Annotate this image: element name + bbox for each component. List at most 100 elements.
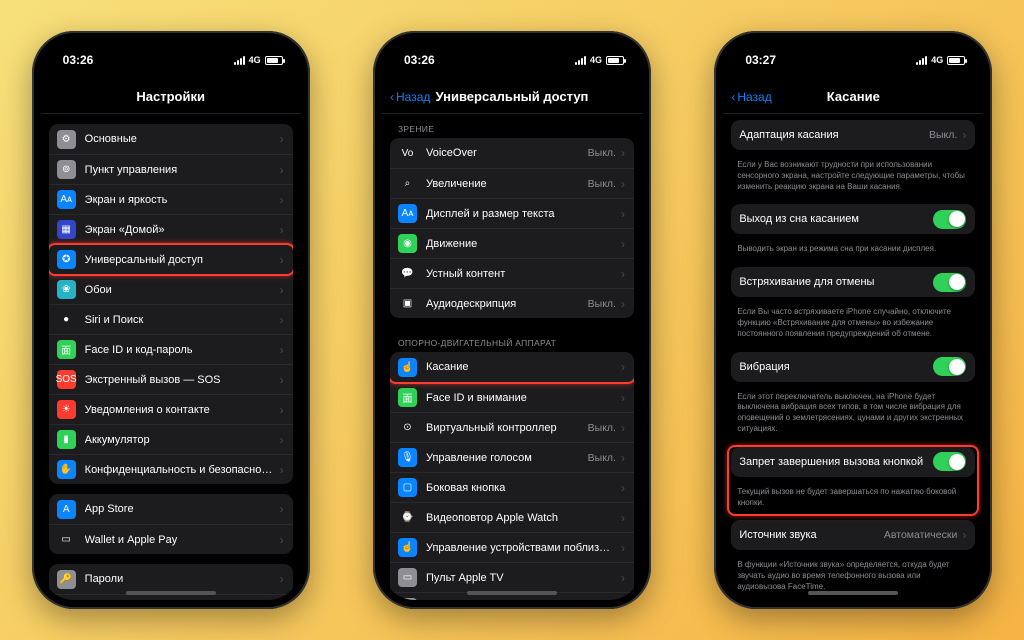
content[interactable]: ЗРЕНИЕ VoVoiceOverВыкл.› ⌕УвеличениеВыкл…: [382, 114, 642, 600]
settings-row[interactable]: ▣АудиодескрипцияВыкл.›: [390, 288, 634, 318]
status-time: 03:26: [63, 53, 94, 67]
row-label: VoiceOver: [426, 147, 584, 159]
screen: 03:26 4G ‹ Назад Универсальный доступ ЗР…: [382, 40, 642, 600]
settings-row[interactable]: ✪Универсальный доступ›: [49, 244, 293, 274]
row-label: Аудиодескрипция: [426, 298, 584, 310]
row-icon: ▭: [398, 568, 417, 587]
row-label: Боковая кнопка: [426, 482, 616, 494]
row-icon: ⾯: [57, 340, 76, 359]
row-label: Видеоповтор Apple Watch: [426, 512, 616, 524]
settings-group: VoVoiceOverВыкл.› ⌕УвеличениеВыкл.› AᴀДи…: [390, 138, 634, 318]
row-icon: ☝: [398, 358, 417, 377]
settings-row[interactable]: 🔑Пароли›: [49, 564, 293, 594]
row-icon: ⾯: [398, 388, 417, 407]
row-label: Face ID и код-пароль: [85, 344, 275, 356]
settings-row[interactable]: Адаптация касанияВыкл.›: [731, 120, 975, 150]
settings-row[interactable]: SOS Экстренный вызов — SOS ›: [49, 364, 293, 394]
row-icon: ⌕: [398, 174, 417, 193]
chevron-icon: ›: [280, 373, 284, 387]
back-button[interactable]: ‹ Назад: [731, 90, 771, 104]
settings-row[interactable]: AᴀДисплей и размер текста›: [390, 198, 634, 228]
chevron-icon: ›: [280, 433, 284, 447]
toggle[interactable]: [933, 357, 966, 376]
dynamic-island: [472, 40, 552, 62]
row-icon: A: [57, 500, 76, 519]
chevron-icon: ›: [621, 146, 625, 160]
settings-row[interactable]: Вибрация: [731, 352, 975, 382]
row-icon: Aᴀ: [398, 204, 417, 223]
settings-row[interactable]: ◉Движение›: [390, 228, 634, 258]
row-icon: SOS: [57, 370, 76, 389]
home-indicator[interactable]: [808, 591, 898, 595]
row-label: Аккумулятор: [85, 434, 275, 446]
settings-row[interactable]: Запрет завершения вызова кнопкой: [731, 447, 975, 477]
settings-row[interactable]: ⊚Пункт управления›: [49, 154, 293, 184]
settings-row[interactable]: ☝Управление устройствами поблизости›: [390, 532, 634, 562]
settings-row[interactable]: Встряхивание для отмены: [731, 267, 975, 297]
row-label: Устный контент: [426, 268, 616, 280]
row-icon: ▢: [398, 478, 417, 497]
settings-row[interactable]: ▢ Боковая кнопка ›: [390, 472, 634, 502]
dynamic-island: [813, 40, 893, 62]
content[interactable]: ⚙Основные› ⊚Пункт управления› AᴀЭкран и …: [41, 114, 301, 600]
settings-row[interactable]: ⌚Видеоповтор Apple Watch›: [390, 502, 634, 532]
settings-row[interactable]: AApp Store›: [49, 494, 293, 524]
settings-row[interactable]: ☝Касание›: [390, 352, 634, 382]
row-label: Конфиденциальность и безопасность: [85, 464, 275, 476]
settings-row[interactable]: ☀Уведомления о контакте›: [49, 394, 293, 424]
row-label: Универсальный доступ: [85, 254, 275, 266]
settings-row[interactable]: Выход из сна касанием: [731, 204, 975, 234]
home-indicator[interactable]: [126, 591, 216, 595]
nav-bar: ‹ Назад Касание: [723, 80, 983, 114]
chevron-icon: ›: [280, 283, 284, 297]
row-icon: ⌨: [398, 598, 417, 600]
page-title: Универсальный доступ: [436, 89, 589, 104]
chevron-icon: ›: [280, 253, 284, 267]
settings-row[interactable]: ⊙Виртуальный контроллерВыкл.›: [390, 412, 634, 442]
row-label: Обои: [85, 284, 275, 296]
toggle[interactable]: [933, 452, 966, 471]
settings-row[interactable]: ⌕УвеличениеВыкл.›: [390, 168, 634, 198]
settings-row[interactable]: 💬Устный контент›: [390, 258, 634, 288]
chevron-icon: ›: [621, 571, 625, 585]
settings-row[interactable]: 🎙Управление голосомВыкл.›: [390, 442, 634, 472]
row-label: Запрет завершения вызова кнопкой: [739, 456, 933, 468]
settings-row[interactable]: VoVoiceOverВыкл.›: [390, 138, 634, 168]
settings-row[interactable]: ▦Экран «Домой»›: [49, 214, 293, 244]
chevron-icon: ›: [962, 128, 966, 142]
back-button[interactable]: ‹ Назад: [390, 90, 430, 104]
settings-row[interactable]: Источник звукаАвтоматически›: [731, 520, 975, 550]
phone-mockup-2: 03:26 4G ‹ Назад Универсальный доступ ЗР…: [373, 31, 651, 609]
chevron-icon: ›: [280, 463, 284, 477]
row-label: Пароли: [85, 573, 275, 585]
row-icon: 💬: [398, 264, 417, 283]
row-label: Управление устройствами поблизости: [426, 542, 616, 554]
content[interactable]: Адаптация касанияВыкл.› Если у Вас возни…: [723, 114, 983, 600]
chevron-icon: ›: [280, 163, 284, 177]
row-icon: Vo: [398, 144, 417, 163]
toggle[interactable]: [933, 273, 966, 292]
row-label: Пульт Apple TV: [426, 572, 616, 584]
chevron-icon: ›: [621, 481, 625, 495]
settings-row[interactable]: ✋Конфиденциальность и безопасность›: [49, 454, 293, 484]
settings-row[interactable]: ⾯Face ID и внимание›: [390, 382, 634, 412]
chevron-icon: ›: [280, 313, 284, 327]
row-label: Экстренный вызов — SOS: [85, 374, 275, 386]
toggle[interactable]: [933, 210, 966, 229]
settings-row[interactable]: ❀ Обои ›: [49, 274, 293, 304]
settings-row[interactable]: ▭ Пульт Apple TV ›: [390, 562, 634, 592]
settings-row[interactable]: ▮ Аккумулятор ›: [49, 424, 293, 454]
settings-row[interactable]: ⾯ Face ID и код-пароль ›: [49, 334, 293, 364]
group-footer: Если этот переключатель выключен, на iPh…: [723, 388, 983, 441]
settings-row[interactable]: ●Siri и Поиск›: [49, 304, 293, 334]
settings-group: Встряхивание для отмены: [731, 267, 975, 297]
home-indicator[interactable]: [467, 591, 557, 595]
row-icon: ❀: [57, 280, 76, 299]
chevron-icon: ›: [280, 343, 284, 357]
settings-row[interactable]: ▭Wallet и Apple Pay›: [49, 524, 293, 554]
cellular-icon: [234, 56, 245, 65]
settings-row[interactable]: ⚙Основные›: [49, 124, 293, 154]
settings-row[interactable]: AᴀЭкран и яркость›: [49, 184, 293, 214]
row-icon: ▮: [57, 430, 76, 449]
row-icon: ⚙: [57, 130, 76, 149]
